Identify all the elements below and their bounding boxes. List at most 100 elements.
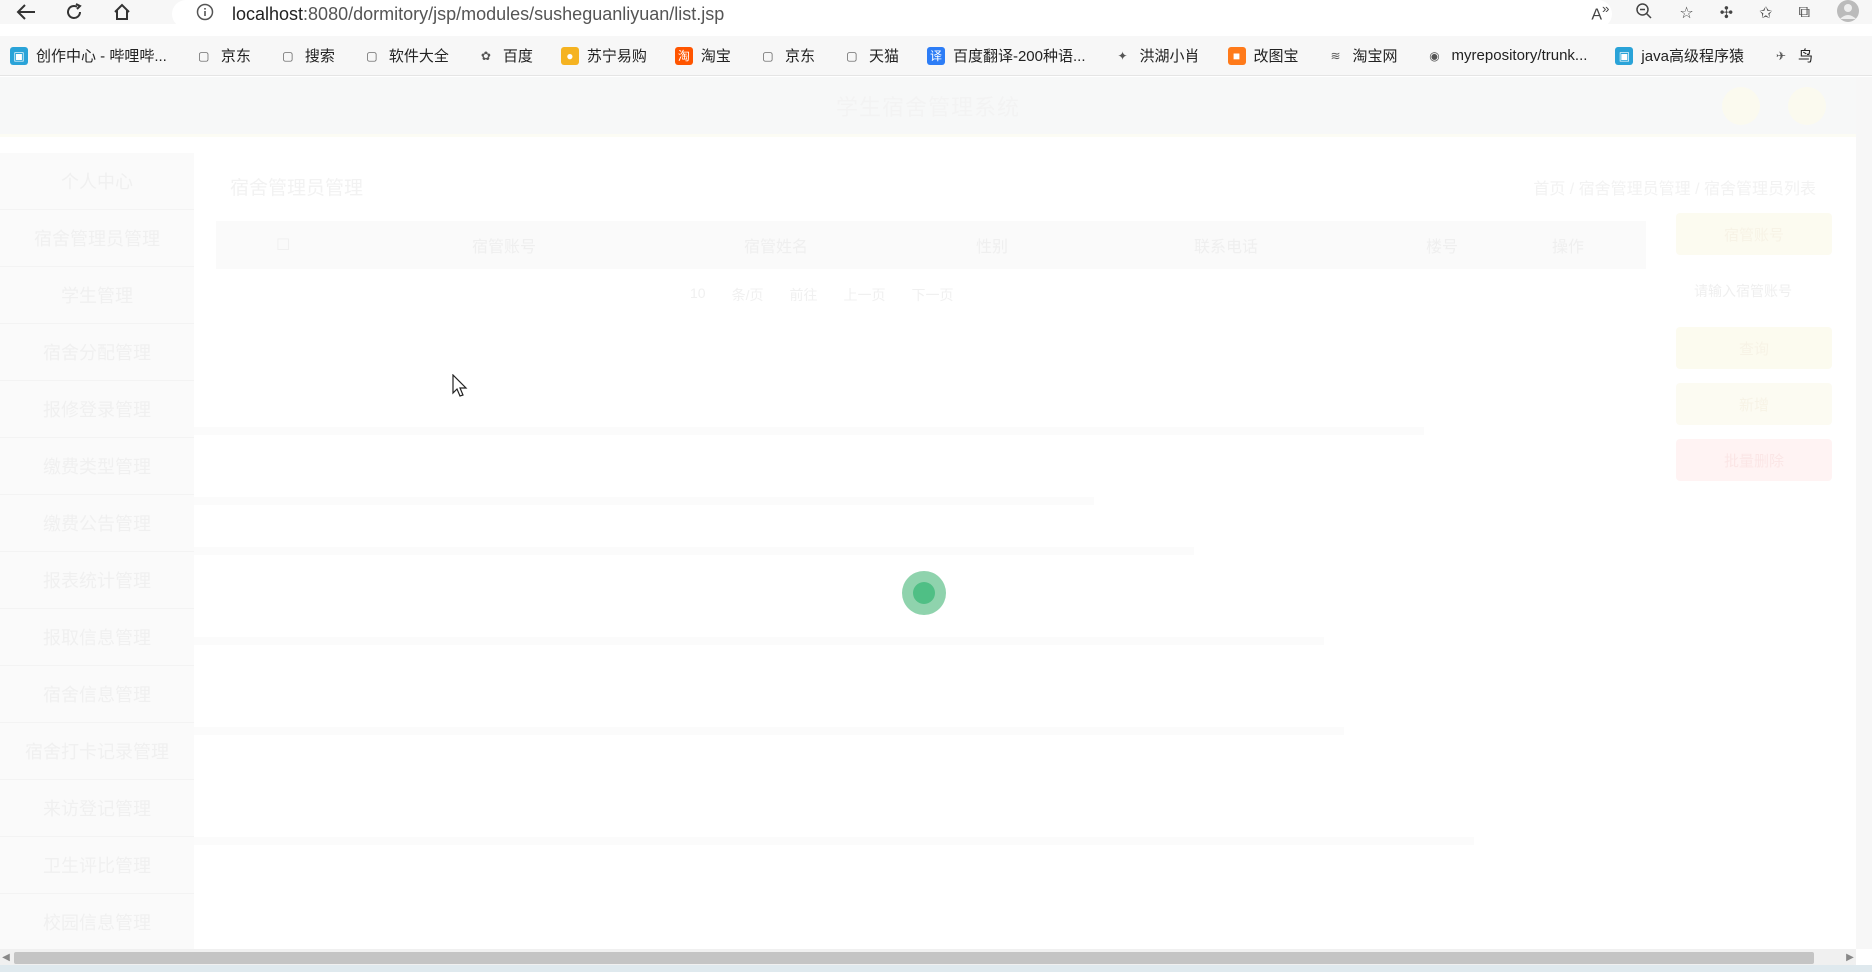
sidebar-item[interactable]: 报取信息管理 xyxy=(0,609,194,666)
faint-row xyxy=(194,497,1094,505)
bookmark-item[interactable]: 淘淘宝 xyxy=(674,45,731,66)
horizontal-scrollbar[interactable]: ◀ ▶ xyxy=(0,949,1856,965)
query-button[interactable]: 查询 xyxy=(1676,327,1832,369)
sidebar-item[interactable]: 宿舍分配管理 xyxy=(0,324,194,381)
baidu-icon: ✿ xyxy=(480,48,491,63)
bookmark-item[interactable]: ■ 改图宝 xyxy=(1227,45,1299,66)
bookmark-item[interactable]: ✦ 洪湖小肖 xyxy=(1114,45,1199,66)
bookmark-item[interactable]: ▢ 天猫 xyxy=(843,45,899,66)
page-icon: ▢ xyxy=(366,48,378,63)
bookmark-item[interactable]: ▢ 京东 xyxy=(195,45,251,66)
extensions-icon[interactable]: ✣ xyxy=(1720,3,1733,23)
sidebar-item[interactable]: 学生管理 xyxy=(0,267,194,324)
app-header: 学生宿舍管理系统 xyxy=(0,77,1856,137)
collections-icon[interactable]: ⧉ xyxy=(1799,4,1810,22)
page-title: 宿舍管理员管理 xyxy=(230,178,364,199)
sidebar-item[interactable]: 缴费类型管理 xyxy=(0,438,194,495)
next-page-button[interactable]: 下一页 xyxy=(911,285,953,305)
column-header[interactable]: 性别 xyxy=(976,233,1008,257)
sidebar-item[interactable]: 缴费公告管理 xyxy=(0,495,194,552)
scrollbar-thumb[interactable] xyxy=(14,952,1814,964)
bookmark-item[interactable]: ◉ myrepository/trunk... xyxy=(1426,47,1587,65)
column-header: 操作 xyxy=(1552,239,1585,256)
zoom-out-icon[interactable] xyxy=(1635,2,1653,25)
prev-page-button[interactable]: 上一页 xyxy=(843,285,885,305)
vertical-scrollbar[interactable] xyxy=(1856,77,1872,949)
bookmark-item[interactable]: ▣ 创作中心 - 哔哩哔... xyxy=(10,45,167,66)
url-host: localhost xyxy=(232,3,304,24)
bookmark-label: 京东 xyxy=(220,48,251,65)
column-header[interactable]: 联系电话 xyxy=(1194,233,1258,257)
bookmark-item[interactable]: ● 苏宁易购 xyxy=(560,45,647,66)
bookmark-item[interactable]: ≋ 淘宝网 xyxy=(1327,45,1398,66)
favorites-icon[interactable]: ✩ xyxy=(1759,3,1772,23)
add-button[interactable]: 新增 xyxy=(1676,383,1832,425)
chrome-icon: ◉ xyxy=(1429,48,1440,63)
faint-row xyxy=(194,727,1344,735)
scroll-right-icon[interactable]: ▶ xyxy=(1844,949,1856,965)
sidebar-item[interactable]: 校园信息管理 xyxy=(0,894,194,949)
table-header: ☐ 宿管账号 宿管姓名 性别 联系电话 楼号 操作 xyxy=(216,221,1646,269)
favorite-add-icon[interactable]: ☆ xyxy=(1679,3,1693,23)
home-icon[interactable] xyxy=(108,0,136,24)
bookmark-label: 京东 xyxy=(784,48,815,65)
sidebar: 个人中心 宿舍管理员管理 学生管理 宿舍分配管理 报修登录管理 缴费类型管理 缴费公告管理报… xyxy=(0,153,194,949)
breadcrumb: 首页 / 宿舍管理员管理 / 宿舍管理员列表 xyxy=(1533,181,1816,198)
read-aloud-icon[interactable]: A» xyxy=(1591,1,1609,24)
sidebar-item[interactable]: 报修登录管理 xyxy=(0,381,194,438)
translate-icon: 译 xyxy=(926,46,945,65)
bookmark-item[interactable]: ▢ 软件大全 xyxy=(363,45,449,66)
window-bottom-edge xyxy=(0,965,1872,972)
page-icon: ▢ xyxy=(282,48,294,63)
bird-icon: ✦ xyxy=(1117,48,1128,63)
sidebar-item[interactable]: 宿舍管理员管理 xyxy=(0,210,194,267)
browser-actions: A» ☆ ✣ ✩ ⧉ xyxy=(1591,0,1860,26)
site-info-icon[interactable] xyxy=(196,3,214,26)
bookmark-item[interactable]: 译百度翻译-200种语... xyxy=(926,45,1086,66)
bookmark-label: 苏宁易购 xyxy=(586,48,647,65)
taobao-net-icon: ≋ xyxy=(1330,48,1341,63)
batch-delete-button[interactable]: 批量删除 xyxy=(1676,439,1832,481)
bookmarks-bar: ▣ 创作中心 - 哔哩哔... ▢ 京东 ▢ 搜索 ▢ 软件大全 ✿ 百度 ● 苏宁易购 淘淘宝 ▢ 京东 ▢… xyxy=(0,36,1872,76)
profile-avatar-icon[interactable] xyxy=(1836,0,1860,28)
sidebar-item[interactable]: 卫生评比管理 xyxy=(0,837,194,894)
address-bar[interactable]: localhost:8080/dormitory/jsp/modules/sus… xyxy=(172,0,1612,28)
filter-field-button[interactable]: 宿管账号 xyxy=(1676,213,1832,255)
refresh-icon[interactable] xyxy=(60,0,88,24)
sidebar-item[interactable]: 报表统计管理 xyxy=(0,552,194,609)
sidebar-item[interactable]: 个人中心 xyxy=(0,153,194,210)
sidebar-item[interactable]: 宿舍信息管理 xyxy=(0,666,194,723)
bookmark-item[interactable]: ✈ 鸟 xyxy=(1772,45,1813,66)
bookmark-label: 创作中心 - 哔哩哔... xyxy=(36,48,167,65)
gaitubao-icon: ■ xyxy=(1227,46,1246,65)
search-input[interactable]: 请输入宿管账号 xyxy=(1676,269,1832,313)
sidebar-item[interactable]: 宿舍打卡记录管理 xyxy=(0,723,194,780)
header-avatar-icon[interactable] xyxy=(1722,87,1760,125)
bookmark-label: 淘宝网 xyxy=(1352,48,1398,65)
sidebar-item[interactable]: 来访登记管理 xyxy=(0,780,194,837)
loading-spinner xyxy=(902,571,946,615)
scroll-left-icon[interactable]: ◀ xyxy=(0,949,12,965)
bookmark-item[interactable]: ✿ 百度 xyxy=(477,45,533,66)
page-icon: ▢ xyxy=(198,48,210,63)
column-header[interactable]: 宿管账号 xyxy=(472,233,536,257)
bookmark-item[interactable]: ▢ 京东 xyxy=(759,45,815,66)
bookmark-label: 百度翻译-200种语... xyxy=(952,48,1086,65)
column-header[interactable]: 宿管姓名 xyxy=(744,233,808,257)
app-window: 学生宿舍管理系统 个人中心 宿舍管理员管理 学生管理 宿舍分配管理 报修登录管理 缴费类型… xyxy=(0,77,1856,949)
pagination: 10 条/页 前往 上一页 下一页 xyxy=(690,285,953,305)
bookmark-label: 百度 xyxy=(502,48,533,65)
header-user-icon[interactable] xyxy=(1788,87,1826,125)
page-icon: ▢ xyxy=(846,48,858,63)
select-all-checkbox[interactable]: ☐ xyxy=(276,235,290,255)
page-size-select[interactable]: 10 xyxy=(690,285,706,305)
column-header[interactable]: 楼号 xyxy=(1426,233,1458,257)
page-size-unit: 条/页 xyxy=(731,287,764,303)
bookmark-item[interactable]: ▣ java高级程序猿 xyxy=(1615,45,1744,66)
suning-icon: ● xyxy=(560,46,579,65)
url-path: :8080/dormitory/jsp/modules/susheguanliy… xyxy=(303,3,725,24)
faint-row xyxy=(194,637,1324,645)
back-icon[interactable] xyxy=(12,0,40,24)
bookmark-item[interactable]: ▢ 搜索 xyxy=(279,45,335,66)
bilibili-icon: ▣ xyxy=(10,46,28,65)
